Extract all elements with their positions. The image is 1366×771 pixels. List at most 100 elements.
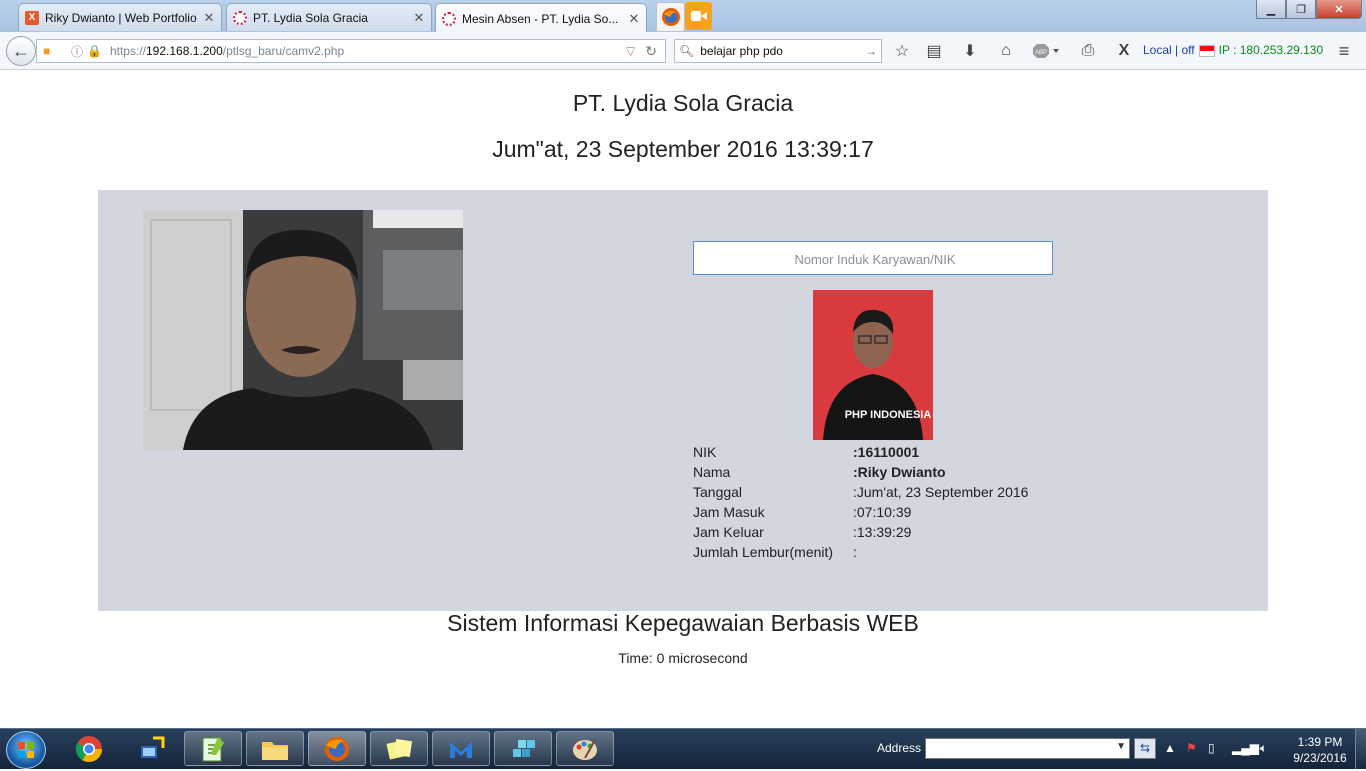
browser-navigation-bar: ← ■ ⓘ 🔒 https:// 192.168.1.200 /ptlsg_ba…	[0, 32, 1366, 70]
info-label: Jumlah Lembur(menit)	[693, 544, 834, 560]
browser-tab-bar: X Riky Dwianto | Web Portfolio ✕ PT. Lyd…	[0, 0, 1366, 33]
tab-title: Riky Dwianto | Web Portfolio	[45, 10, 197, 25]
info-label: Jam Keluar	[693, 524, 764, 540]
info-value: :13:39:29	[853, 524, 912, 540]
malwarebytes-taskbar-icon[interactable]	[432, 731, 490, 766]
sticky-notes-taskbar-icon[interactable]	[370, 731, 428, 766]
info-row-jumlah-lembur: Jumlah Lembur(menit) :	[693, 542, 1028, 562]
camera-permission-icon[interactable]: ■	[43, 44, 57, 58]
video-camera-icon[interactable]	[685, 2, 712, 30]
close-window-icon[interactable]: ✕	[1316, 0, 1362, 19]
info-row-jam-masuk: Jam Masuk :07:10:39	[693, 502, 1028, 522]
close-tab-icon[interactable]: ✕	[203, 10, 215, 26]
close-tab-icon[interactable]: ✕	[413, 10, 425, 26]
render-time-info: Time: 0 microsecond	[618, 650, 748, 666]
ip-address: IP : 180.253.29.130	[1218, 43, 1324, 57]
reading-list-icon[interactable]: ▤	[924, 41, 944, 61]
info-value: :Riky Dwianto	[853, 464, 946, 480]
tab-riky-portfolio[interactable]: X Riky Dwianto | Web Portfolio ✕	[18, 3, 222, 31]
printer-icon[interactable]: ⎙	[1078, 41, 1098, 61]
volume-icon[interactable]: 🔈︎	[1260, 741, 1267, 756]
indonesia-flag-icon	[1198, 44, 1215, 57]
tab-title: Mesin Absen - PT. Lydia So...	[462, 11, 619, 26]
ip-info: Local | off IP : 180.253.29.130	[1143, 43, 1323, 57]
chrome-taskbar-icon[interactable]	[60, 731, 118, 766]
url-host: 192.168.1.200	[146, 44, 223, 58]
local-status: Local | off	[1143, 43, 1195, 57]
employee-info-table: NIK :16110001 Nama :Riky Dwianto Tanggal…	[693, 442, 1028, 562]
address-toolbar-label: Address	[877, 741, 922, 755]
device-icon[interactable]: ▯	[1208, 741, 1215, 755]
url-bar[interactable]: ■ ⓘ 🔒 https:// 192.168.1.200 /ptlsg_baru…	[36, 39, 666, 63]
bookmark-star-icon[interactable]: ☆	[892, 41, 912, 61]
current-datetime: Jum"at, 23 September 2016 13:39:17	[492, 136, 874, 162]
svg-text:ABP: ABP	[1035, 50, 1047, 56]
info-value: :07:10:39	[853, 504, 912, 520]
close-tab-icon[interactable]: ✕	[628, 11, 640, 27]
url-scheme: https://	[109, 44, 146, 58]
back-arrow-icon[interactable]: ←	[6, 36, 36, 66]
address-toolbar-input[interactable]: ▼	[925, 738, 1130, 759]
x-extension-icon[interactable]: X	[1114, 41, 1134, 61]
windows-taskbar: Address ▼ ⇆ ▲ ⚑ ▯ ▂▄▆ 🔈︎ 1:39 PM 9/23/20…	[0, 728, 1366, 769]
maximize-icon[interactable]: ❐	[1286, 0, 1316, 19]
search-go-arrow-icon[interactable]: →	[865, 44, 877, 58]
tab-mesin-absen[interactable]: Mesin Absen - PT. Lydia So... ✕	[435, 3, 647, 33]
xampp-icon: X	[25, 10, 39, 25]
chevron-down-icon[interactable]: ▼	[1116, 741, 1126, 752]
search-bar[interactable]: 🔍︎ belajar php pdo →	[674, 39, 882, 63]
search-icon: 🔍︎	[679, 44, 695, 58]
network-tool-taskbar-icon[interactable]	[122, 731, 180, 766]
page-content: PT. Lydia Sola Gracia Jum"at, 23 Septemb…	[0, 70, 1366, 728]
info-value: :16110001	[853, 444, 920, 460]
home-icon[interactable]: ⌂	[996, 41, 1016, 61]
attendance-panel: PHP INDONESIA NIK :16110001 Nama :Riky D…	[98, 190, 1268, 611]
paint-taskbar-icon[interactable]	[556, 731, 614, 766]
window-controls: ▁ ❐ ✕	[1256, 0, 1362, 19]
tab-lydia-sola-gracia[interactable]: PT. Lydia Sola Gracia ✕	[226, 3, 432, 31]
download-icon[interactable]: ⬇	[960, 41, 980, 61]
company-name: PT. Lydia Sola Gracia	[572, 90, 794, 116]
system-name-footer: Sistem Informasi Kepegawaian Berbasis WE…	[447, 610, 919, 636]
cubes-app-taskbar-icon[interactable]	[494, 731, 552, 766]
file-explorer-taskbar-icon[interactable]	[246, 731, 304, 766]
notepad-plus-plus-taskbar-icon[interactable]	[184, 731, 242, 766]
firefox-menu-icon[interactable]	[656, 2, 685, 32]
search-input[interactable]: belajar php pdo	[700, 44, 859, 58]
start-button-icon[interactable]	[6, 731, 46, 769]
clock-date: 9/23/2016	[1293, 751, 1347, 765]
firefox-taskbar-icon[interactable]	[308, 731, 366, 766]
show-hidden-icons-icon[interactable]: ▲	[1164, 741, 1176, 755]
system-clock[interactable]: 1:39 PM 9/23/2016	[1285, 734, 1355, 766]
info-row-nik: NIK :16110001	[693, 442, 1028, 462]
reload-icon[interactable]: ↻	[645, 43, 657, 60]
info-row-jam-keluar: Jam Keluar :13:39:29	[693, 522, 1028, 542]
webcam-feed	[143, 210, 463, 450]
hamburger-menu-icon[interactable]: ≡	[1334, 41, 1354, 61]
info-label: NIK	[693, 444, 717, 460]
action-center-flag-icon[interactable]: ⚑	[1186, 741, 1197, 755]
lydia-favicon-icon	[442, 11, 456, 26]
info-label: Jam Masuk	[693, 504, 765, 520]
nik-input-wrapper	[693, 241, 1056, 276]
dropdown-arrow-icon[interactable]: ▽	[626, 44, 635, 58]
adblock-plus-icon[interactable]: ABP	[1032, 41, 1062, 61]
info-row-nama: Nama :Riky Dwianto	[693, 462, 1028, 482]
info-value: :Jum'at, 23 September 2016	[853, 484, 1029, 500]
nik-input[interactable]	[694, 242, 1056, 276]
show-desktop-button[interactable]	[1355, 729, 1366, 769]
photo-shirt-text: PHP INDONESIA	[845, 409, 932, 421]
clock-time: 1:39 PM	[1297, 735, 1343, 749]
lock-warning-icon[interactable]: 🔒	[87, 44, 102, 58]
employee-photo: PHP INDONESIA	[813, 290, 933, 440]
info-label: Nama	[693, 464, 731, 480]
address-go-icon[interactable]: ⇆	[1134, 738, 1156, 759]
lydia-favicon-icon	[233, 10, 247, 25]
info-label: Tanggal	[693, 484, 743, 500]
info-icon[interactable]: ⓘ	[71, 43, 83, 60]
minimize-icon[interactable]: ▁	[1256, 0, 1286, 19]
tab-title: PT. Lydia Sola Gracia	[253, 10, 368, 25]
info-row-tanggal: Tanggal :Jum'at, 23 September 2016	[693, 482, 1028, 502]
network-signal-icon[interactable]: ▂▄▆	[1232, 741, 1259, 755]
url-path: /ptlsg_baru/camv2.php	[222, 44, 345, 58]
